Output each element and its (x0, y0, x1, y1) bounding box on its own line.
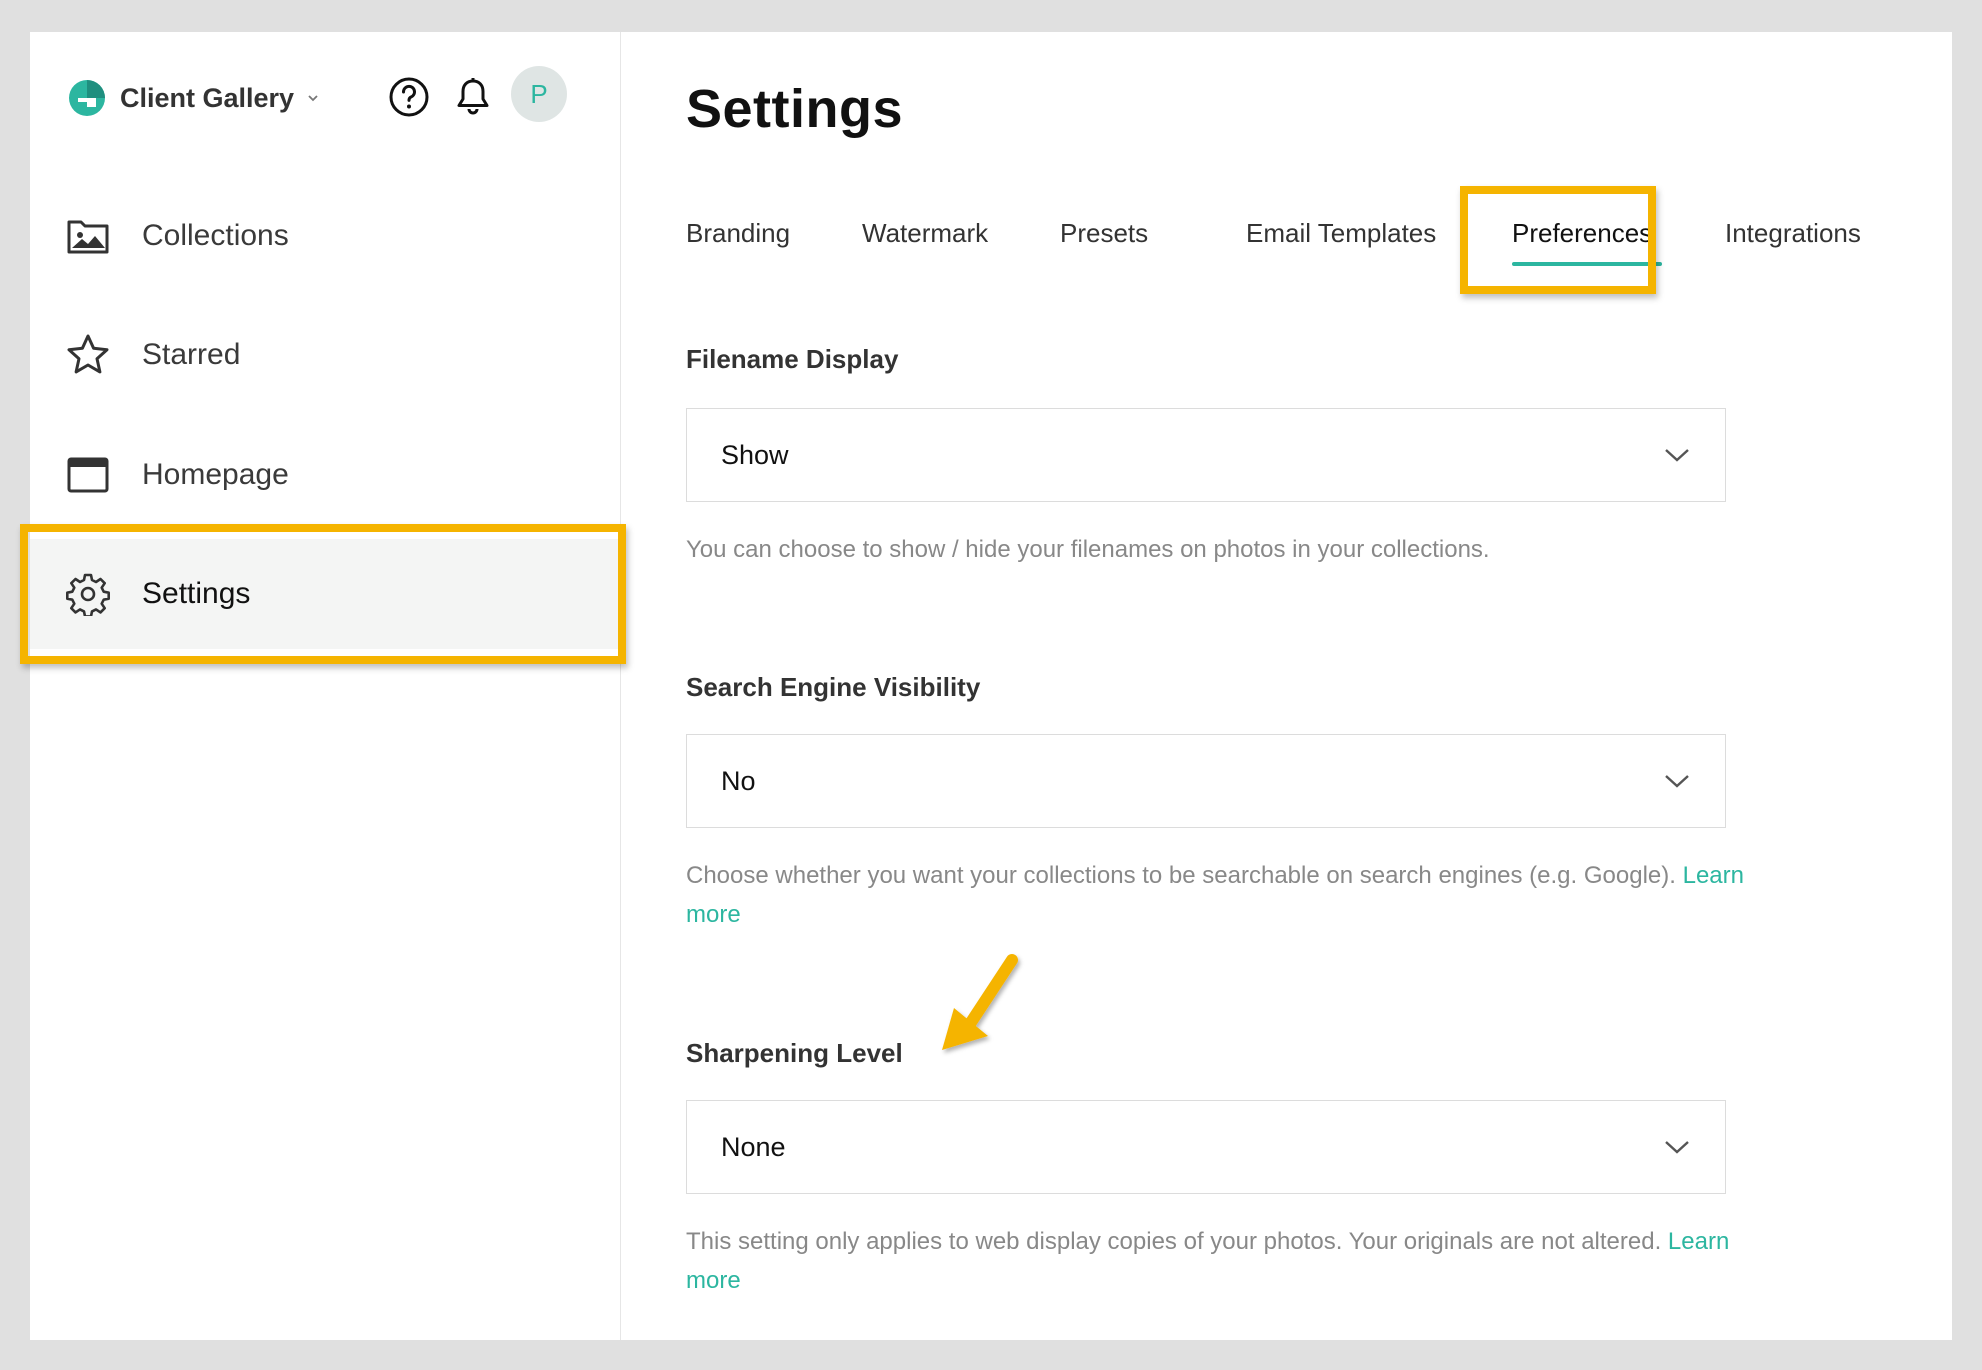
sidebar-item-label: Settings (142, 577, 251, 610)
client-gallery-logo-icon (69, 80, 105, 116)
tab-integrations[interactable]: Integrations (1725, 218, 1861, 249)
chevron-down-icon (1665, 1141, 1689, 1154)
filename-display-select[interactable]: Show (686, 408, 1726, 502)
sidebar-item-settings[interactable]: Settings (30, 539, 620, 649)
tab-presets[interactable]: Presets (1060, 218, 1148, 249)
filename-display-help: You can choose to show / hide your filen… (686, 530, 1746, 569)
avatar-initial: P (530, 78, 548, 109)
gear-icon (66, 572, 110, 616)
tab-branding[interactable]: Branding (686, 218, 790, 249)
bell-icon[interactable] (448, 72, 498, 122)
select-value: Show (721, 439, 789, 470)
select-value: None (721, 1131, 786, 1162)
sidebar-item-label: Collections (142, 219, 289, 252)
select-value: No (721, 765, 756, 796)
brand-switcher[interactable]: Client Gallery (68, 70, 320, 126)
sharpening-level-label: Sharpening Level (686, 1038, 903, 1068)
help-text: This setting only applies to web display… (686, 1228, 1662, 1255)
sidebar-item-label: Starred (142, 338, 241, 371)
tab-watermark[interactable]: Watermark (862, 218, 988, 249)
sidebar-item-collections[interactable]: Collections (30, 181, 620, 291)
sidebar-item-label: Homepage (142, 458, 289, 491)
chevron-down-icon (1665, 449, 1689, 462)
sidebar-item-starred[interactable]: Starred (30, 300, 620, 410)
arrow-annotation-icon (942, 954, 1018, 1050)
sidebar-item-homepage[interactable]: Homepage (30, 420, 620, 530)
tab-preferences[interactable]: Preferences (1512, 218, 1652, 249)
help-icon[interactable] (384, 72, 434, 122)
search-engine-visibility-select[interactable]: No (686, 734, 1726, 828)
sidebar: Client Gallery P Collections Starred Hom… (30, 32, 621, 1340)
avatar[interactable]: P (511, 66, 567, 122)
filename-display-label: Filename Display (686, 344, 899, 374)
star-icon (66, 333, 110, 377)
search-engine-visibility-help: Choose whether you want your collections… (686, 856, 1746, 934)
chevron-down-icon (1665, 775, 1689, 788)
app-window: Client Gallery P Collections Starred Hom… (20, 32, 1952, 1340)
search-engine-visibility-label: Search Engine Visibility (686, 672, 981, 702)
browser-window-icon (66, 453, 110, 497)
tab-email-templates[interactable]: Email Templates (1246, 218, 1436, 249)
sharpening-level-select[interactable]: None (686, 1100, 1726, 1194)
active-tab-indicator (1512, 262, 1662, 266)
sharpening-level-help: This setting only applies to web display… (686, 1222, 1746, 1300)
image-folder-icon (66, 214, 110, 258)
page-title: Settings (686, 79, 904, 139)
help-text: Choose whether you want your collections… (686, 862, 1676, 889)
chevron-down-icon (308, 95, 318, 102)
help-text: You can choose to show / hide your filen… (686, 536, 1490, 563)
brand-name: Client Gallery (120, 82, 295, 113)
